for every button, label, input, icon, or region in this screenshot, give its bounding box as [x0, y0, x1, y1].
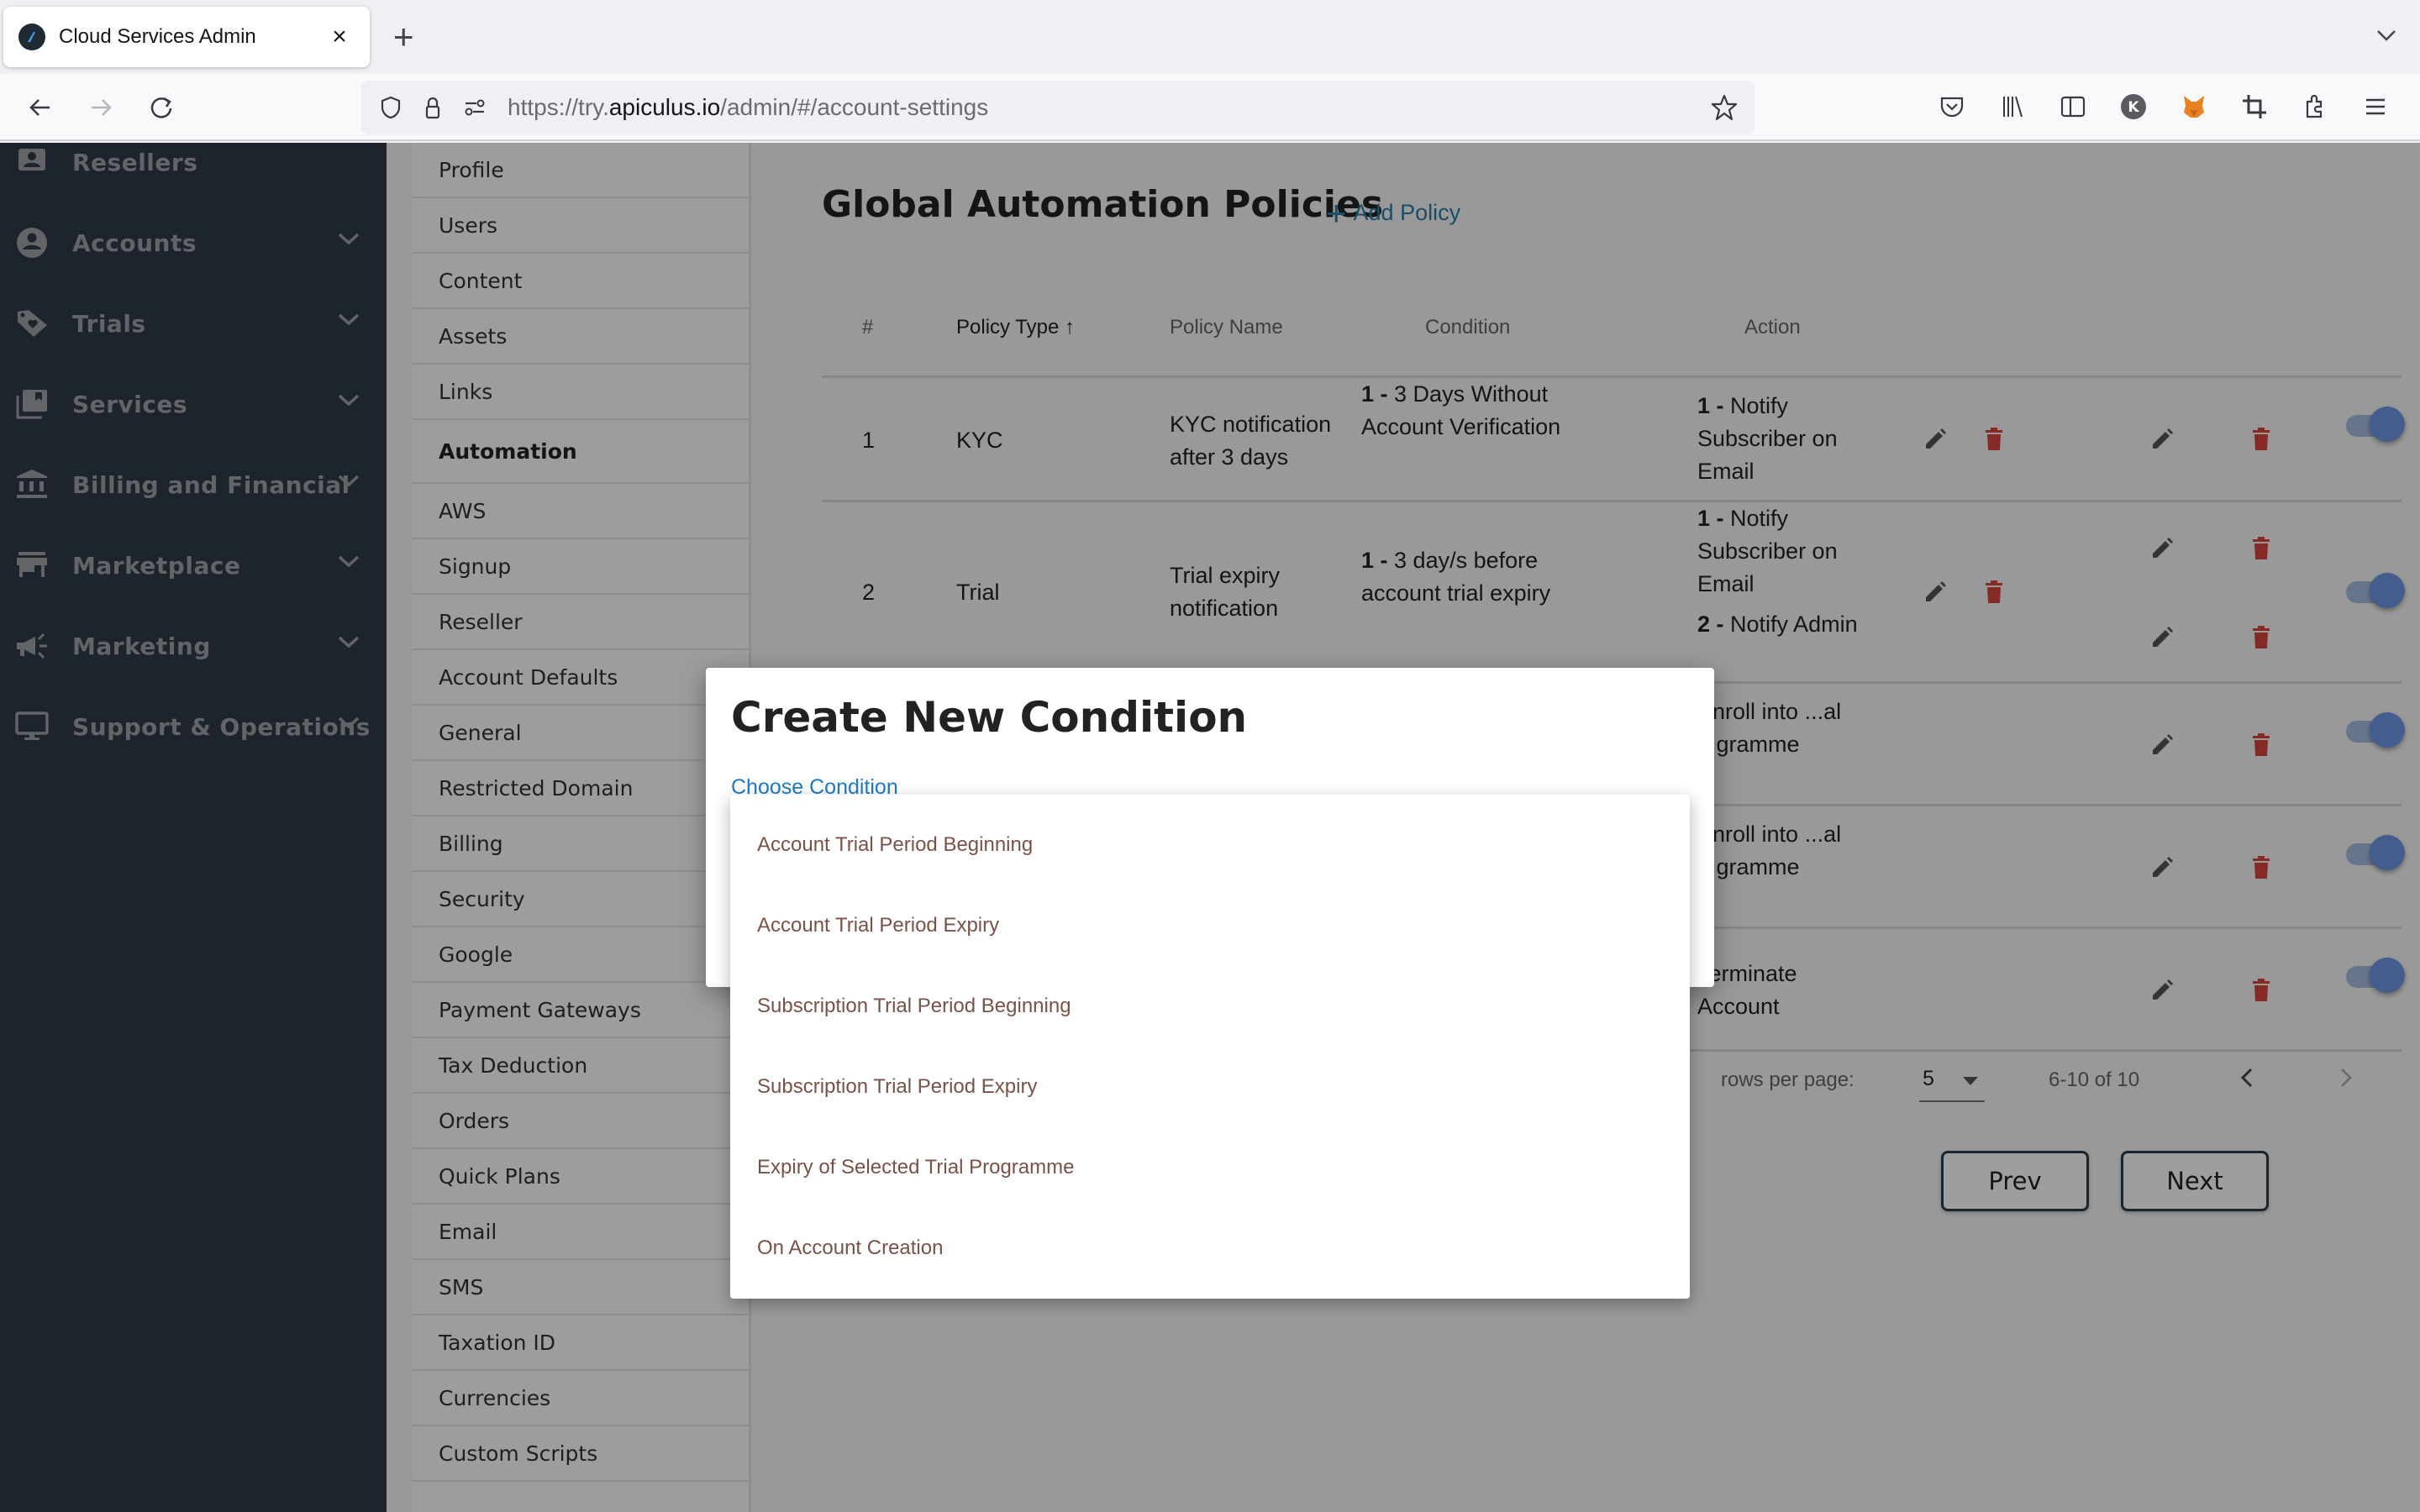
close-tab-icon[interactable]: ×: [324, 23, 355, 51]
crop-screenshot-icon[interactable]: [2235, 87, 2274, 126]
url-text[interactable]: https://try.apiculus.io/admin/#/account-…: [508, 94, 988, 121]
condition-option-subscription-trial-expiry[interactable]: Subscription Trial Period Expiry: [730, 1047, 1690, 1127]
tab-title: Cloud Services Admin: [59, 25, 256, 48]
condition-options-menu: Account Trial Period Beginning Account T…: [730, 795, 1690, 1299]
bookmark-star-icon[interactable]: [1709, 92, 1739, 123]
url-scheme: https://try.: [508, 94, 609, 120]
address-bar[interactable]: https://try.apiculus.io/admin/#/account-…: [361, 81, 1754, 134]
tracking-protection-shield-icon[interactable]: [376, 93, 405, 122]
reload-icon[interactable]: [143, 89, 180, 126]
condition-option-on-account-creation[interactable]: On Account Creation: [730, 1208, 1690, 1289]
browser-tab-strip: Cloud Services Admin × +: [0, 0, 2420, 74]
url-host: apiculus.io: [608, 94, 721, 120]
dialog-title: Create New Condition: [731, 693, 1248, 742]
new-tab-icon[interactable]: +: [393, 17, 414, 57]
extensions-puzzle-icon[interactable]: [2296, 87, 2334, 126]
condition-option-expiry-selected-trial-programme[interactable]: Expiry of Selected Trial Programme: [730, 1127, 1690, 1208]
condition-option-account-trial-beginning[interactable]: Account Trial Period Beginning: [730, 805, 1690, 885]
back-arrow-icon[interactable]: [22, 89, 59, 126]
site-permissions-icon[interactable]: [460, 93, 489, 122]
library-icon[interactable]: [1993, 87, 2032, 126]
forward-arrow-icon[interactable]: [82, 89, 119, 126]
list-all-tabs-chevron-icon[interactable]: [2371, 20, 2402, 50]
svg-text:K: K: [2128, 99, 2139, 116]
condition-option-account-trial-expiry[interactable]: Account Trial Period Expiry: [730, 885, 1690, 966]
metamask-fox-icon[interactable]: [2175, 87, 2213, 126]
account-k-avatar-icon[interactable]: K: [2114, 87, 2153, 126]
apiculus-favicon-icon: [18, 24, 45, 50]
condition-option-subscription-trial-beginning[interactable]: Subscription Trial Period Beginning: [730, 966, 1690, 1047]
lock-icon[interactable]: [418, 93, 447, 122]
url-path: /admin/#/account-settings: [720, 94, 989, 120]
browser-tab[interactable]: Cloud Services Admin ×: [3, 7, 370, 67]
hamburger-menu-icon[interactable]: [2356, 87, 2395, 126]
pocket-icon[interactable]: [1933, 87, 1971, 126]
sidebar-toggle-icon[interactable]: [2054, 87, 2092, 126]
